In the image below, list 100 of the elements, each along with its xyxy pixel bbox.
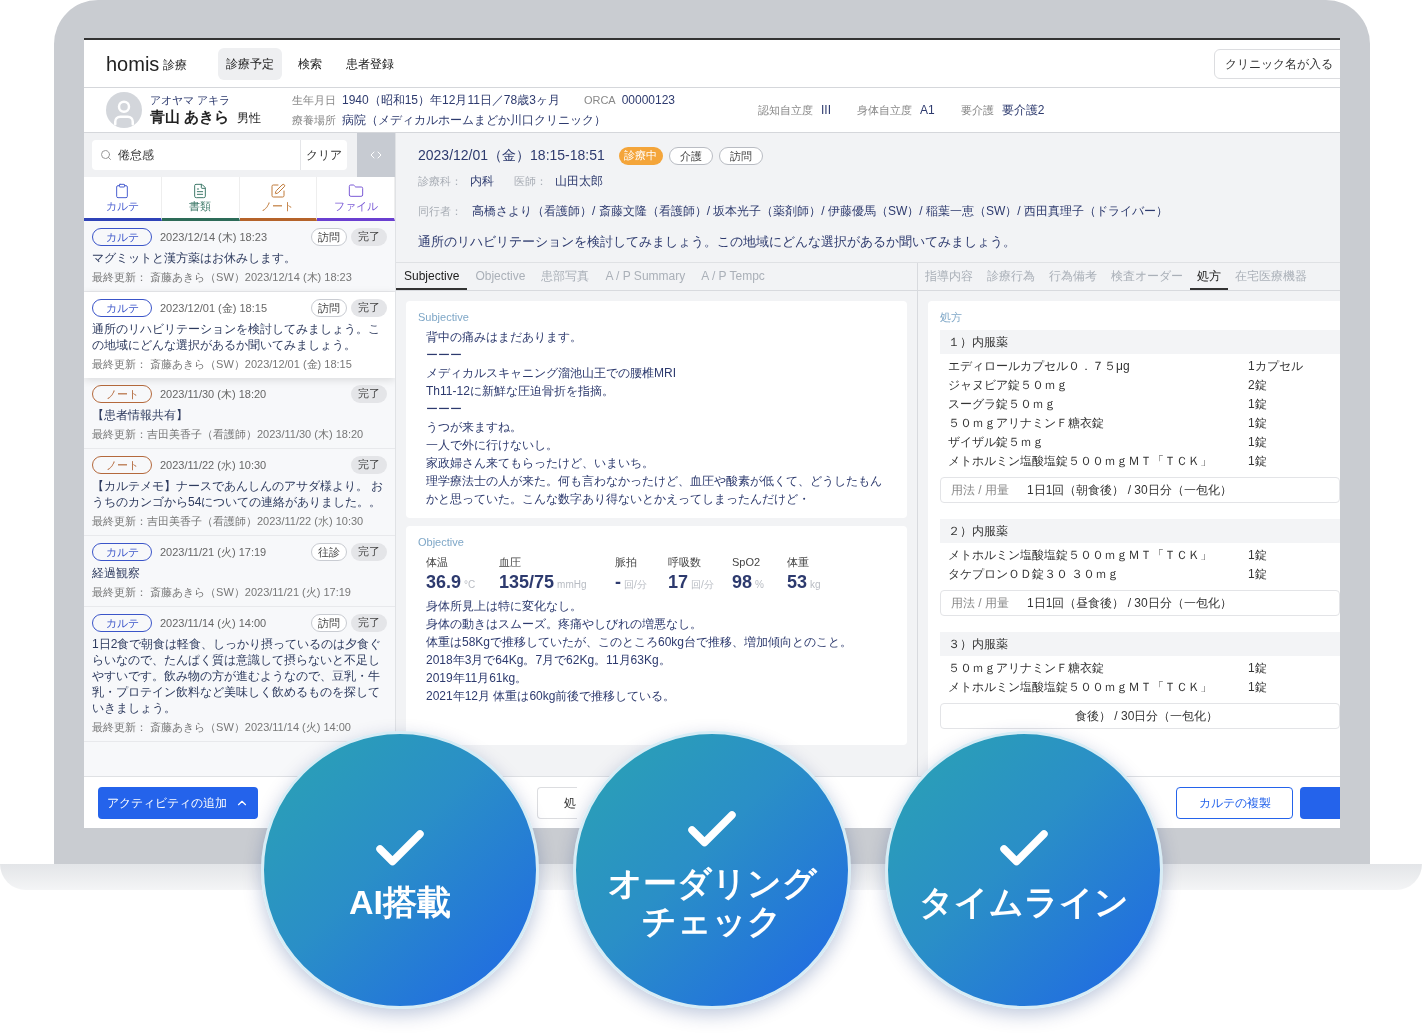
record-updated: 最終更新：吉田美香子（看護師）2023/11/30 (木) 18:20 xyxy=(92,427,365,441)
dosage-value: 1日1回（昼食後） / 30日分（一包化） xyxy=(1027,594,1232,612)
category-icon xyxy=(192,182,209,199)
drug-name: ５０ｍｇアリナミンＦ糖衣錠 xyxy=(948,415,1105,432)
record-text: 通所のリハビリテーションを検討してみましょう。この地域にどんな選択があるか聞いてみましょう。 xyxy=(92,321,381,353)
visit-badge: 診療中 xyxy=(618,146,663,165)
drug-quantity: 1錠 xyxy=(1248,679,1267,696)
record-date: 2023/11/21 (火) 17:19 xyxy=(160,544,267,560)
search-field[interactable]: 倦怠感 xyxy=(92,140,301,170)
feature-label: チェック xyxy=(642,902,782,940)
card-title: Objective xyxy=(418,534,465,550)
field-value: 病院（メディカルホームまどか川口クリニック） xyxy=(342,112,606,129)
drug-quantity: 2錠 xyxy=(1248,377,1267,394)
prescription-button[interactable]: 処 xyxy=(537,786,577,819)
vital-label: 脈拍 xyxy=(615,555,638,570)
field-label: 身体自立度 xyxy=(857,103,912,118)
field-value: 00000123 xyxy=(621,92,676,109)
drug-name: ザイザル錠５ｍｇ xyxy=(948,434,1045,451)
drug-quantity: 1錠 xyxy=(1248,396,1267,413)
note-line: 体重は58Kgで推移していたが、このところ60kg台で推移、増加傾向とのこと。 xyxy=(426,633,854,651)
note-line: 理学療法士の人が来た。何も言わなかったけど、血圧や酸素が低くて、どうしたもんかと思っていた。こんな数字あり得ないとかえってしまったんだけど・ xyxy=(426,472,883,508)
vital-label: 血圧 xyxy=(499,555,522,570)
visit-badge: 介護 xyxy=(668,146,713,165)
field-value: A1 xyxy=(920,102,935,119)
record-updated: 最終更新： 斎藤あきら（SW）2023/12/01 (金) 18:15 xyxy=(92,357,353,371)
note-line: 身体所見上は特に変化なし。 xyxy=(426,597,583,615)
record-updated: 最終更新：吉田美香子（看護師）2023/11/22 (水) 10:30 xyxy=(92,514,365,528)
record-badge: 訪問 xyxy=(311,299,347,317)
tab[interactable]: 処方 xyxy=(1190,263,1228,290)
vital-unit: °C xyxy=(464,577,476,592)
record-badge: 完了 xyxy=(351,228,387,246)
record-date: 2023/11/30 (木) 18:20 xyxy=(160,386,267,402)
field-label: 医師： xyxy=(514,174,547,189)
nav-tab[interactable]: 患者登録 xyxy=(338,47,402,80)
group-title: ２）内服薬 xyxy=(940,518,1340,543)
drug-name: メトホルミン塩酸塩錠５００ｍｇＭＴ「ＴＣＫ」 xyxy=(948,679,1213,696)
dosage-value: 1日1回（朝食後） / 30日分（一包化） xyxy=(1027,481,1232,499)
note-line: 2021年12月 体重は60kg前後で推移している。 xyxy=(426,687,677,705)
patient-kana: アオヤマ アキラ xyxy=(150,93,232,107)
nav-tab[interactable]: 診療予定 xyxy=(218,47,282,80)
note-line: 一人で外に行けないし。 xyxy=(426,436,559,454)
field-value: 1940（昭和15）年12月11日／78歳3ヶ月 xyxy=(342,92,560,109)
group-title: ３）内服薬 xyxy=(940,631,1340,656)
field-label: 認知自立度 xyxy=(758,103,813,118)
note-line: 背中の痛みはまだあります。 xyxy=(426,328,583,346)
collapse-button[interactable] xyxy=(357,133,395,177)
clear-button[interactable]: クリア xyxy=(301,140,347,170)
vital-value: 53 xyxy=(787,570,808,593)
record-badge: 訪問 xyxy=(311,614,347,632)
note-line: ーーー xyxy=(426,346,463,364)
record-date: 2023/12/01 (金) 18:15 xyxy=(160,300,268,316)
field-label: 要介護 xyxy=(960,103,994,118)
record-date: 2023/11/14 (火) 14:00 xyxy=(160,615,267,631)
clinic-selector[interactable]: クリニック名が入る xyxy=(1214,48,1340,79)
visit-summary: 通所のリハビリテーションを検討してみましょう。この地域にどんな選択があるか聞いてみましょう。 xyxy=(418,233,1017,251)
feature-label: タイムライン xyxy=(919,883,1129,921)
card-title: Subjective xyxy=(418,310,470,325)
drug-name: ジャヌビア錠５０ｍｇ xyxy=(948,377,1069,394)
vital-unit: 回/分 xyxy=(624,577,647,592)
record-updated: 最終更新： 斎藤あきら（SW）2023/11/21 (火) 17:19 xyxy=(92,585,352,599)
patient-sex: 男性 xyxy=(237,109,262,127)
field-value: III xyxy=(821,102,831,119)
vital-value: 36.9 xyxy=(426,570,462,593)
field-value: 要介護2 xyxy=(1001,102,1045,119)
field-label: ORCA xyxy=(583,93,616,108)
vital-value: 17 xyxy=(668,570,689,593)
record-card[interactable]: カルテ 2023/12/01 (金) 18:15 訪問 完了 通所のリハビリテーションを検討してみましょう。この地域にどんな選択があるか聞いてみましょう。 最終更新： 斎藤あきら（SW）2023/12/01 (金) 18:15 xyxy=(84,292,395,378)
card-title: 処方 xyxy=(940,310,963,325)
logo-subtitle: 診療 xyxy=(163,56,188,74)
drug-quantity: 1錠 xyxy=(1248,547,1267,564)
dosage-label: 用法 / 用量 xyxy=(951,481,1010,499)
add-activity-button[interactable]: アクティビティの追加 xyxy=(98,786,258,819)
dosage-label: 用法 / 用量 xyxy=(951,594,1010,612)
note-line: 2018年3月で64Kg。7月で62Kg。11月63Kg。 xyxy=(426,651,672,669)
drug-name: ５０ｍｇアリナミンＦ糖衣錠 xyxy=(948,660,1105,677)
vital-value: 135/75 xyxy=(499,570,555,593)
nav-tab[interactable]: 検索 xyxy=(290,47,330,80)
field-label: 生年月日 xyxy=(292,93,336,108)
tab[interactable]: Subjective xyxy=(396,263,468,290)
record-badge: 往診 xyxy=(311,543,347,561)
vital-label: 体重 xyxy=(787,555,810,570)
record-text: 【患者情報共有】 xyxy=(92,407,189,423)
record-text: 【カルテメモ】ナースであんしんのアサダ様より。 おうちのカンゴから54についての連絡がありました。。 xyxy=(92,478,385,510)
logo: homis xyxy=(106,53,160,74)
copy-record-button[interactable]: カルテの複製 xyxy=(1176,786,1293,819)
record-badge: 訪問 xyxy=(311,228,347,246)
note-line: 2019年11月61kg。 xyxy=(426,669,529,687)
drug-quantity: 1錠 xyxy=(1248,566,1267,583)
category-icon xyxy=(114,182,131,199)
record-badge: 完了 xyxy=(351,456,387,474)
note-line: 家政婦さん来てもらったけど、いまいち。 xyxy=(426,454,655,472)
record-text: マグミットと漢方薬はお休みします。 xyxy=(92,250,297,266)
feature-label: AI搭載 xyxy=(349,883,451,921)
note-line: Th11-12に新鮮な圧迫骨折を指摘。 xyxy=(426,382,615,400)
record-badge: 完了 xyxy=(351,543,387,561)
vital-label: SpO2 xyxy=(732,555,762,570)
patient-name: 青山 あきら xyxy=(150,106,230,127)
vital-label: 体温 xyxy=(426,555,449,570)
chevrons-icon xyxy=(370,149,382,161)
vital-unit: % xyxy=(755,577,764,592)
